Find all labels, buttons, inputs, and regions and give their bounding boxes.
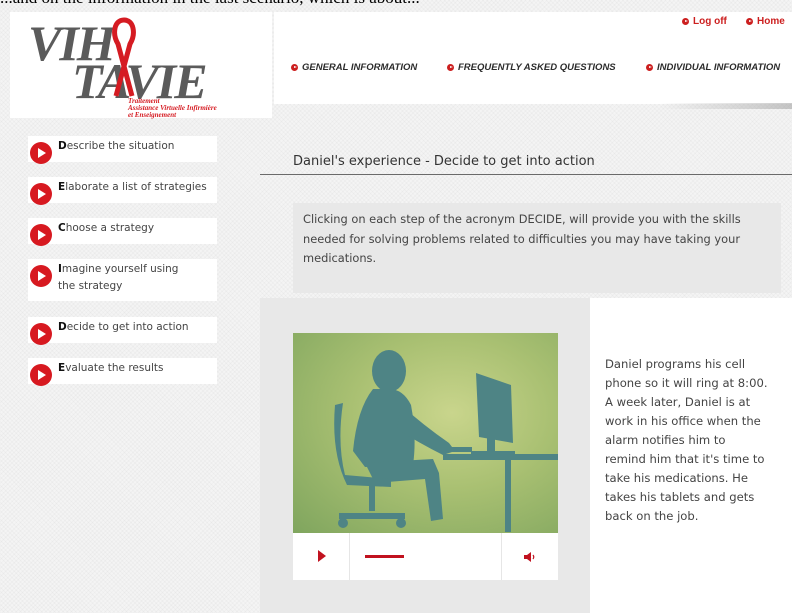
nav-individual-label: INDIVIDUAL INFORMATION: [657, 62, 781, 73]
volume-button[interactable]: [502, 533, 558, 580]
story-text: Daniel programs his cell phone so it wil…: [605, 357, 768, 523]
arrow-bullet-icon: [746, 18, 753, 25]
play-circle-icon: [30, 323, 52, 345]
home-label: Home: [757, 16, 785, 27]
logo[interactable]: VIH TAVIE Traitement Assistance Virtuell…: [10, 12, 272, 119]
sidebar-item-label: Elaborate a list of strategies: [58, 181, 207, 193]
page-title: Daniel's experience - Decide to get into…: [293, 154, 595, 169]
nav-faq-label: FREQUENTLY ASKED QUESTIONS: [458, 62, 616, 73]
video-frame[interactable]: [293, 333, 558, 533]
nav-general-label: GENERAL INFORMATION: [302, 62, 418, 73]
office-worker-silhouette-image: [334, 350, 558, 532]
sidebar-item-label: Imagine yourself using the strategy: [58, 263, 179, 292]
sidebar-item-evaluate[interactable]: Evaluate the results: [28, 358, 217, 386]
logo-tagline: Traitement Assistance Virtuelle Infirmiè…: [128, 98, 217, 119]
sidebar-item-label: Choose a strategy: [58, 222, 155, 234]
arrow-bullet-icon: [447, 64, 454, 71]
nav-individual-information[interactable]: INDIVIDUAL INFORMATION: [646, 62, 780, 73]
play-circle-icon: [30, 224, 52, 246]
play-circle-icon: [30, 364, 52, 386]
arrow-bullet-icon: [682, 18, 689, 25]
sidebar-item-choose[interactable]: Choose a strategy: [28, 218, 217, 246]
video-controls: [293, 533, 558, 580]
arrow-bullet-icon: [646, 64, 653, 71]
nav-faq[interactable]: FREQUENTLY ASKED QUESTIONS: [447, 62, 616, 73]
divider: [260, 174, 792, 175]
sidebar-item-label: Evaluate the results: [58, 362, 164, 374]
sidebar-item-decide[interactable]: Decide to get into action: [28, 317, 217, 345]
logoff-link[interactable]: Log off: [682, 16, 727, 27]
red-ribbon-icon: [112, 17, 136, 97]
progress-bar[interactable]: [350, 533, 502, 580]
play-circle-icon: [30, 265, 52, 287]
logoff-label: Log off: [693, 16, 727, 27]
topbar-shadow: [660, 103, 792, 109]
sidebar-item-elaborate[interactable]: Elaborate a list of strategies: [28, 177, 217, 205]
sidebar-item-imagine[interactable]: Imagine yourself using the strategy: [28, 259, 217, 301]
volume-icon: [524, 551, 535, 562]
intro-text: Clicking on each step of the acronym DEC…: [293, 203, 781, 293]
arrow-bullet-icon: [291, 64, 298, 71]
play-circle-icon: [30, 142, 52, 164]
logo-tagline-line-3: et Enseignement: [128, 111, 177, 119]
nav-general-information[interactable]: GENERAL INFORMATION: [291, 62, 417, 73]
sidebar-item-label: Describe the situation: [58, 140, 175, 152]
play-circle-icon: [30, 183, 52, 205]
progress-fill: [365, 555, 404, 558]
play-button[interactable]: [293, 533, 350, 580]
top-navigation-bar: Log off Home GENERAL INFORMATION FREQUEN…: [274, 12, 792, 104]
cutoff-text-top: ...and on the information in the last sc…: [0, 0, 792, 8]
sidebar-item-describe[interactable]: Describe the situation: [28, 136, 217, 164]
sidebar-item-label: Decide to get into action: [58, 321, 189, 333]
home-link[interactable]: Home: [746, 16, 785, 27]
